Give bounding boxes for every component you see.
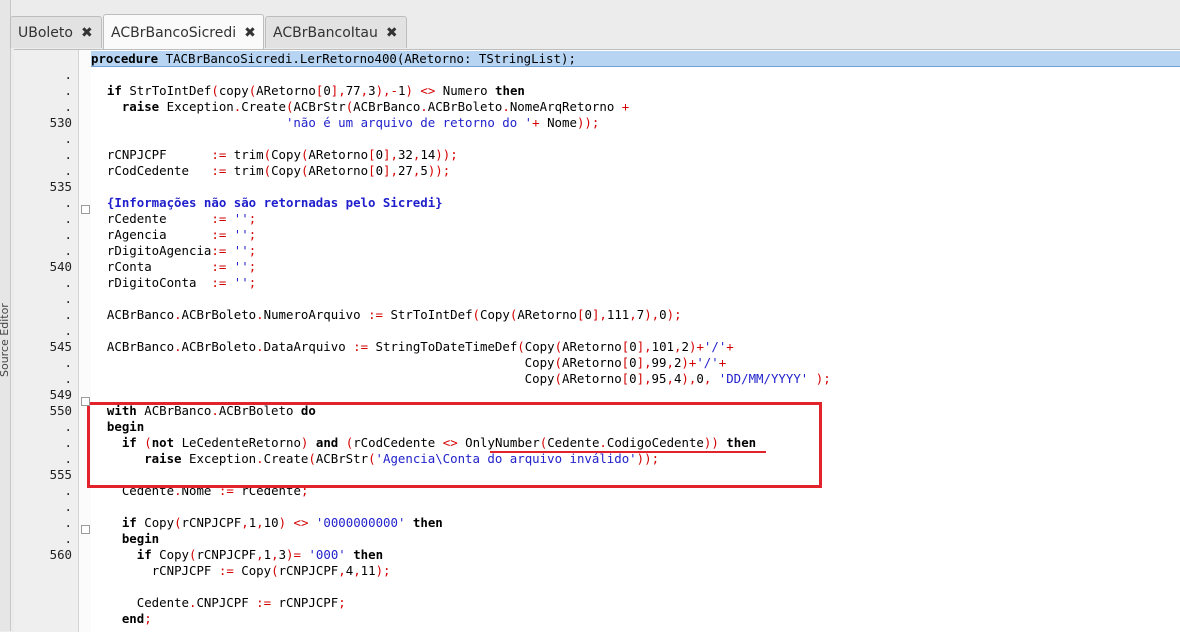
code-line[interactable]: if Copy(rCNPJCPF,1,3)= '000' then <box>92 547 383 563</box>
red-underline-annotation <box>490 451 766 453</box>
code-line[interactable]: rCNPJCPF := trim(Copy(ARetorno[0],32,14)… <box>92 147 458 163</box>
code-editor[interactable]: ... 530... 535.... 540.... 545.. 549 550... 555… <box>14 49 1180 632</box>
tab-label: UBoleto <box>18 24 73 41</box>
tab-acbrbancosicredi[interactable]: ACBrBancoSicredi ✖ <box>103 14 264 50</box>
tab-label: ACBrBancoSicredi <box>111 24 237 41</box>
line-number: 540 <box>49 259 72 274</box>
line-number: . <box>64 531 72 546</box>
line-number: . <box>64 195 72 210</box>
line-number: . <box>64 83 72 98</box>
code-line[interactable]: ACBrBanco.ACBrBoleto.DataArquivo := Stri… <box>92 339 734 355</box>
line-number: . <box>64 211 72 226</box>
tab-label: ACBrBancoItau <box>273 24 378 41</box>
code-line[interactable]: {Informações não são retornadas pelo Sic… <box>92 195 443 211</box>
line-number: 549 <box>49 387 72 402</box>
line-number: . <box>64 371 72 386</box>
code-line[interactable]: begin <box>92 531 159 547</box>
line-number: . <box>64 163 72 178</box>
line-number: . <box>64 355 72 370</box>
source-editor-side-panel[interactable]: Source Editor <box>0 0 11 631</box>
code-line[interactable]: if StrToIntDef(copy(ARetorno[0],77,3),-1… <box>92 83 525 99</box>
code-line[interactable]: rCNPJCPF := Copy(rCNPJCPF,4,11); <box>92 563 391 579</box>
editor-tab-bar: UBoleto ✖ ACBrBancoSicredi ✖ ACBrBancoIt… <box>10 14 1180 50</box>
tab-uboleto[interactable]: UBoleto ✖ <box>10 16 102 48</box>
code-line[interactable]: Copy(ARetorno[0],95,4),0, 'DD/MM/YYYY' )… <box>92 371 831 387</box>
code-line[interactable]: 'não é um arquivo de retorno do '+ Nome)… <box>92 115 599 131</box>
header-text: TACBrBancoSicredi.LerRetorno400(ARetorno… <box>165 51 576 66</box>
line-number: . <box>64 419 72 434</box>
code-line[interactable]: ACBrBanco.ACBrBoleto.NumeroArquivo := St… <box>92 307 682 323</box>
code-line[interactable]: rDigitoAgencia:= ''; <box>92 243 256 259</box>
code-line[interactable]: Cedente.CNPJCPF := rCNPJCPF; <box>92 595 346 611</box>
header-code-line: procedure TACBrBancoSicredi.LerRetorno40… <box>91 51 576 66</box>
line-number: . <box>64 291 72 306</box>
close-icon[interactable]: ✖ <box>386 25 398 41</box>
line-number-gutter: ... 530... 535.... 540.... 545.. 549 550... 555… <box>14 50 79 632</box>
line-number: . <box>64 515 72 530</box>
side-panel-label: Source Editor <box>0 303 11 377</box>
code-line[interactable]: rDigitoConta := ''; <box>92 275 256 291</box>
fold-marker-icon[interactable] <box>81 525 90 534</box>
line-number: 545 <box>49 339 72 354</box>
line-number: 555 <box>49 467 72 482</box>
close-icon[interactable]: ✖ <box>81 25 93 41</box>
line-number: 560 <box>49 547 72 562</box>
close-icon[interactable]: ✖ <box>244 25 256 41</box>
line-number: 535 <box>49 179 72 194</box>
red-annotation-box <box>87 402 822 488</box>
line-number: . <box>64 451 72 466</box>
line-number: . <box>64 275 72 290</box>
line-number: . <box>64 67 72 82</box>
line-number: 530 <box>49 115 72 130</box>
code-line[interactable]: end; <box>92 611 152 627</box>
fold-marker-icon[interactable] <box>81 397 90 406</box>
line-number: . <box>64 499 72 514</box>
line-number: 550 <box>49 403 72 418</box>
code-line[interactable]: if Copy(rCNPJCPF,1,10) <> '0000000000' t… <box>92 515 443 531</box>
line-number: . <box>64 99 72 114</box>
code-line[interactable]: raise Exception.Create(ACBrStr(ACBrBanco… <box>92 99 629 115</box>
code-line[interactable]: Copy(ARetorno[0],99,2)+'/'+ <box>92 355 727 371</box>
line-number: . <box>64 307 72 322</box>
code-line[interactable]: rCodCedente := trim(Copy(ARetorno[0],27,… <box>92 163 450 179</box>
line-number: . <box>64 435 72 450</box>
line-number: . <box>64 147 72 162</box>
code-line[interactable]: rAgencia := ''; <box>92 227 256 243</box>
line-number: . <box>64 243 72 258</box>
code-line[interactable]: rCedente := ''; <box>92 211 256 227</box>
line-number: . <box>64 131 72 146</box>
fold-gutter <box>79 50 91 632</box>
tab-acbrbancoitau[interactable]: ACBrBancoItau ✖ <box>265 16 407 48</box>
line-number: . <box>64 227 72 242</box>
line-number: . <box>64 323 72 338</box>
code-line[interactable]: rConta := ''; <box>92 259 256 275</box>
fold-marker-icon[interactable] <box>81 205 90 214</box>
line-number: . <box>64 483 72 498</box>
